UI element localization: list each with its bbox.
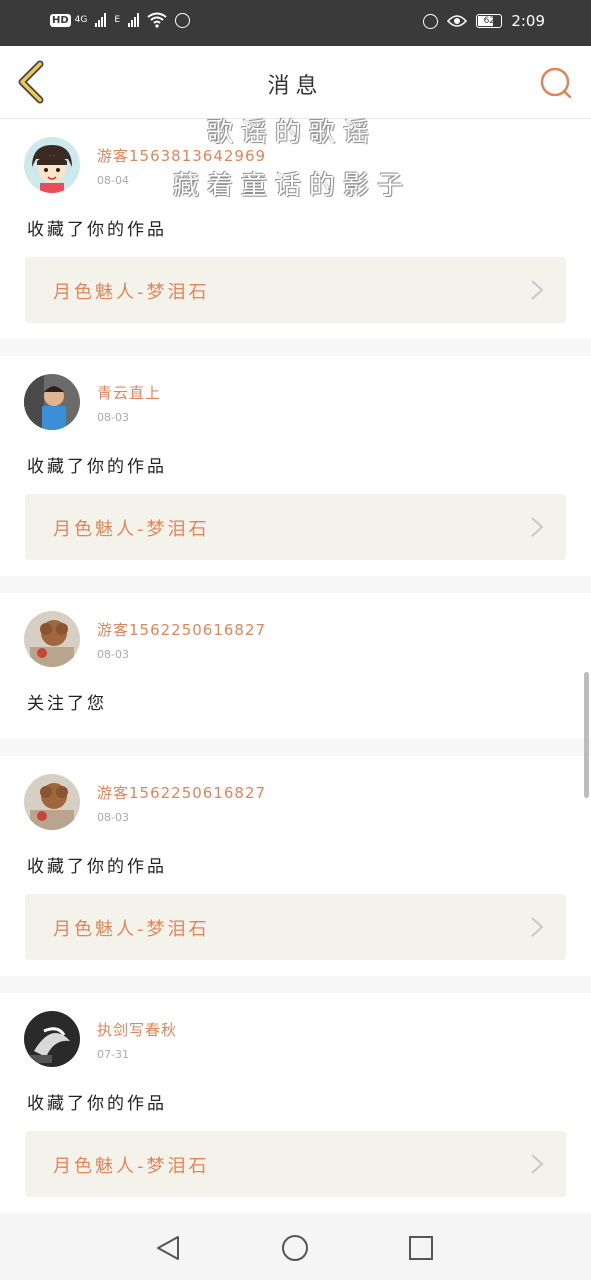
globe-icon xyxy=(175,12,191,28)
wifi-icon xyxy=(147,12,167,28)
work-title: 月色魅人-梦泪石 xyxy=(53,919,210,940)
message-item: 游客1563813642969 08-04 收藏了你的作品 月色魅人-梦泪石 xyxy=(0,119,591,339)
network-type: 4G xyxy=(74,15,88,25)
message-item: 青云直上 08-03 收藏了你的作品 月色魅人-梦泪石 xyxy=(0,356,591,576)
nav-recent-button[interactable] xyxy=(406,1233,436,1263)
work-title: 月色魅人-梦泪石 xyxy=(53,282,210,303)
clock: 2:09 xyxy=(511,12,545,30)
username[interactable]: 游客1562250616827 xyxy=(97,782,266,803)
username[interactable]: 游客1562250616827 xyxy=(97,619,266,640)
page-title: 消息 xyxy=(267,74,324,99)
status-left: HD 4G E xyxy=(50,12,191,28)
system-nav-bar xyxy=(0,1215,591,1280)
work-title: 月色魅人-梦泪石 xyxy=(53,519,210,540)
work-link[interactable]: 月色魅人-梦泪石 xyxy=(25,494,566,560)
work-link[interactable]: 月色魅人-梦泪石 xyxy=(25,1131,566,1197)
chevron-right-icon xyxy=(531,1154,544,1174)
signal-icon xyxy=(95,13,107,27)
message-action: 关注了您 xyxy=(27,694,107,714)
watermark-line-1: 歌谣的歌谣 xyxy=(207,118,378,148)
search-button[interactable] xyxy=(539,66,573,100)
avatar[interactable] xyxy=(24,611,80,667)
edge-type: E xyxy=(114,15,121,25)
status-right: 62 2:09 xyxy=(423,12,545,30)
message-date: 07-31 xyxy=(97,1048,129,1061)
message-action: 收藏了你的作品 xyxy=(27,857,167,877)
scrollbar[interactable] xyxy=(584,672,589,798)
message-date: 08-03 xyxy=(97,648,129,661)
message-date: 08-03 xyxy=(97,411,129,424)
message-action: 收藏了你的作品 xyxy=(27,220,167,240)
eye-icon xyxy=(447,15,468,27)
work-title: 月色魅人-梦泪石 xyxy=(53,1156,210,1177)
title-bar: 消息 xyxy=(0,46,591,119)
watermark-line-2: 藏着童话的影子 xyxy=(173,171,412,201)
message-list[interactable]: 游客1563813642969 08-04 收藏了你的作品 月色魅人-梦泪石 青… xyxy=(0,119,591,1230)
avatar[interactable] xyxy=(24,1011,80,1067)
signal-icon-2 xyxy=(128,13,140,27)
avatar[interactable] xyxy=(24,774,80,830)
data-saver-icon xyxy=(423,13,439,29)
message-action: 收藏了你的作品 xyxy=(27,1094,167,1114)
work-link[interactable]: 月色魅人-梦泪石 xyxy=(25,894,566,960)
nav-back-button[interactable] xyxy=(154,1233,184,1263)
message-item: 执剑写春秋 07-31 收藏了你的作品 月色魅人-梦泪石 xyxy=(0,993,591,1213)
message-action: 收藏了你的作品 xyxy=(27,457,167,477)
message-date: 08-04 xyxy=(97,174,129,187)
triangle-back-icon xyxy=(157,1236,179,1260)
chevron-right-icon xyxy=(531,517,544,537)
message-date: 08-03 xyxy=(97,811,129,824)
square-recent-icon xyxy=(409,1236,433,1260)
username[interactable]: 执剑写春秋 xyxy=(97,1019,177,1040)
username[interactable]: 青云直上 xyxy=(97,382,161,403)
circle-home-icon xyxy=(282,1235,308,1261)
battery-level: 62 xyxy=(483,16,496,26)
avatar[interactable] xyxy=(24,374,80,430)
message-item: 游客1562250616827 08-03 关注了您 xyxy=(0,593,591,739)
avatar[interactable] xyxy=(24,137,80,193)
hd-badge: HD xyxy=(50,13,71,27)
chevron-right-icon xyxy=(531,280,544,300)
battery-icon: 62 xyxy=(476,14,503,28)
work-link[interactable]: 月色魅人-梦泪石 xyxy=(25,257,566,323)
status-bar: HD 4G E 62 2:09 xyxy=(0,0,591,46)
message-item: 游客1562250616827 08-03 收藏了你的作品 月色魅人-梦泪石 xyxy=(0,756,591,976)
nav-home-button[interactable] xyxy=(280,1233,310,1263)
chevron-right-icon xyxy=(531,917,544,937)
